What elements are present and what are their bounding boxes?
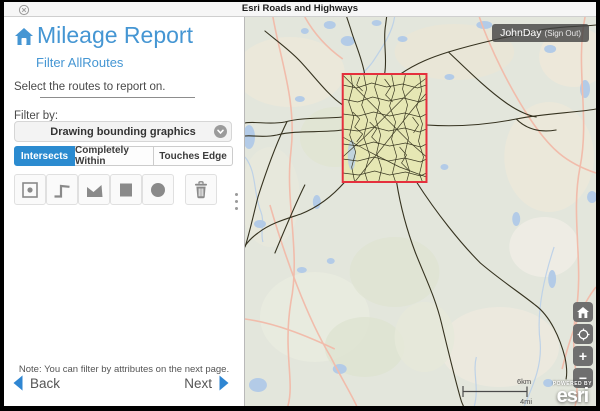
next-button[interactable]: Next [184,375,230,391]
page-title: Mileage Report [37,22,193,49]
esri-attribution: POWERED BY esri [553,381,592,405]
tab-intersects[interactable]: Intersects [14,146,75,166]
polygon-icon [84,180,104,200]
user-name: JohnDay [500,27,541,39]
home-icon [577,307,589,318]
map-nav-controls: + − [573,302,593,388]
trash-icon [190,179,212,201]
map-view[interactable]: JohnDay (Sign Out) + − [245,17,596,406]
basemap [245,17,596,406]
point-icon [20,180,40,200]
window-title: Esri Roads and Highways [4,3,596,14]
locate-button[interactable] [573,324,593,344]
divider [40,97,195,98]
window-titlebar: Esri Roads and Highways [4,2,596,17]
next-label: Next [184,376,212,391]
polyline-tool-button[interactable] [46,174,78,205]
app-frame: Esri Roads and Highways Mileage Report F… [0,0,600,411]
rectangle-icon [116,180,136,200]
selection-fill [343,74,427,182]
scale-bar: 6km 4mi [457,377,541,406]
home-extent-button[interactable] [573,302,593,322]
point-tool-button[interactable] [14,174,46,205]
user-sign-out-button[interactable]: JohnDay (Sign Out) [492,24,589,42]
spatial-relation-tabs: Intersects Completely Within Touches Edg… [14,146,233,166]
panel-resize-handle[interactable] [235,193,238,210]
chevron-right-icon [218,375,230,391]
home-icon [13,26,35,52]
delete-graphics-button[interactable] [185,174,217,205]
esri-logo: esri [553,387,592,405]
sign-out-label: (Sign Out) [545,29,581,38]
page-subtitle: Filter AllRoutes [36,55,123,70]
circle-tool-button[interactable] [142,174,174,205]
tab-touches-edge[interactable]: Touches Edge [154,146,233,166]
mileage-report-panel: Mileage Report Filter AllRoutes Select t… [4,17,245,406]
tab-completely-within[interactable]: Completely Within [75,146,154,166]
instruction-text: Select the routes to report on. [14,81,166,93]
chevron-down-icon [214,125,227,138]
note-text: Note: You can filter by attributes on th… [4,364,244,375]
scale-mi-label: 4mi [520,397,532,406]
back-button[interactable]: Back [12,375,60,391]
rectangle-tool-button[interactable] [110,174,142,205]
filter-method-dropdown[interactable]: Drawing bounding graphics [14,121,232,142]
dropdown-selected-value: Drawing bounding graphics [50,126,195,138]
polyline-icon [52,180,72,200]
scale-km-label: 6km [517,377,531,386]
locate-icon [577,328,590,341]
chevron-left-icon [12,375,24,391]
circle-icon [148,180,168,200]
polygon-tool-button[interactable] [78,174,110,205]
zoom-in-button[interactable]: + [573,346,593,366]
back-label: Back [30,376,60,391]
